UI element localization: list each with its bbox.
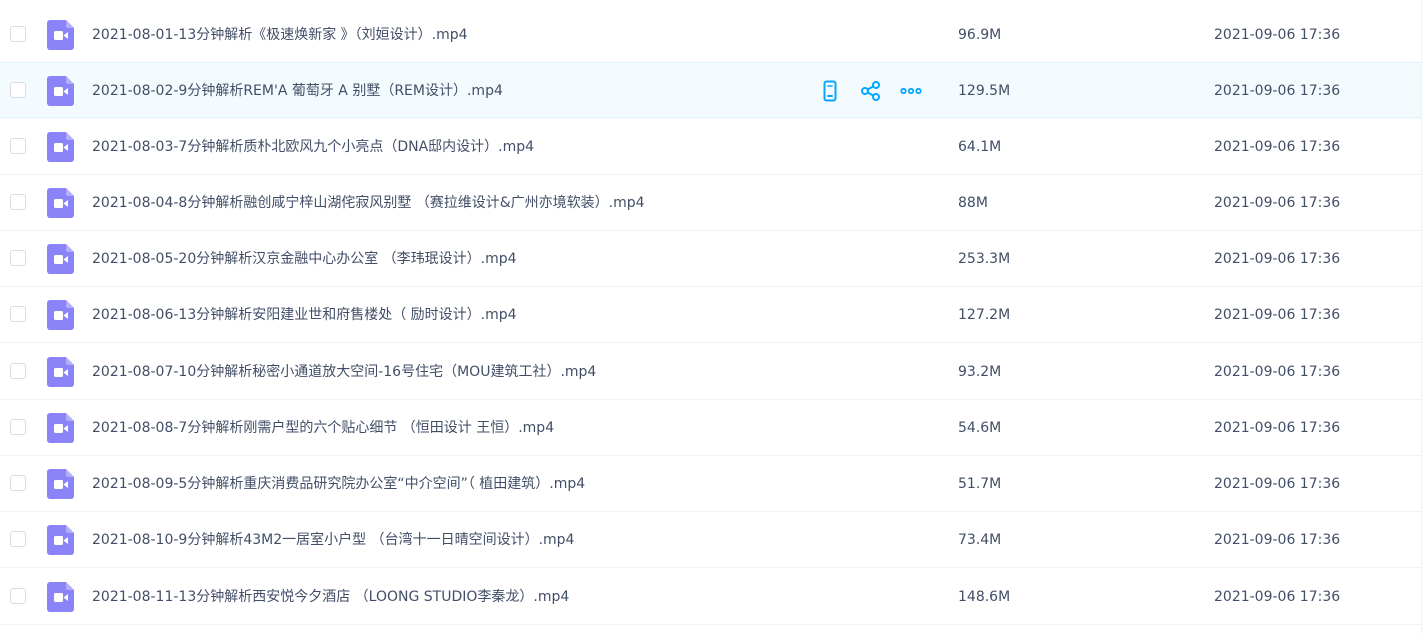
video-file-icon — [47, 357, 74, 387]
share-icon[interactable] — [859, 79, 883, 103]
file-row[interactable]: 2021-08-06-13分钟解析安阳建业世和府售楼处（ 励时设计）.mp4 1… — [0, 287, 1421, 343]
file-row[interactable]: 2021-08-09-5分钟解析重庆消费品研究院办公室“中介空间”（ 植田建筑）… — [0, 456, 1421, 512]
row-checkbox[interactable] — [10, 306, 26, 322]
video-file-icon — [47, 132, 74, 162]
video-file-icon — [47, 20, 74, 50]
row-checkbox[interactable] — [10, 475, 26, 491]
row-checkbox[interactable] — [10, 419, 26, 435]
file-row[interactable]: 2021-08-01-13分钟解析《极速焕新家 》（刘姮设计）.mp4 96.9… — [0, 7, 1421, 63]
video-file-icon — [47, 244, 74, 274]
phone-icon[interactable] — [818, 79, 842, 103]
file-size: 96.9M — [958, 27, 1002, 43]
file-date: 2021-09-06 17:36 — [1214, 364, 1341, 380]
row-checkbox[interactable] — [10, 138, 26, 154]
file-row[interactable]: 2021-08-02-9分钟解析REM'A 葡萄牙 A 别墅（REM设计）.mp… — [0, 62, 1421, 118]
file-date: 2021-09-06 17:36 — [1214, 251, 1341, 267]
more-icon[interactable] — [899, 79, 923, 103]
row-checkbox[interactable] — [10, 194, 26, 210]
file-date: 2021-09-06 17:36 — [1214, 420, 1341, 436]
file-size: 73.4M — [958, 532, 1002, 548]
file-size: 253.3M — [958, 251, 1011, 267]
file-name[interactable]: 2021-08-01-13分钟解析《极速焕新家 》（刘姮设计）.mp4 — [92, 25, 468, 45]
file-row[interactable]: 2021-08-08-7分钟解析刚需户型的六个贴心细节 （恒田设计 王恒）.mp… — [0, 400, 1421, 456]
file-row[interactable]: 2021-08-07-10分钟解析秘密小通道放大空间-16号住宅（MOU建筑工社… — [0, 344, 1421, 400]
file-name[interactable]: 2021-08-05-20分钟解析汉京金融中心办公室 （李玮珉设计）.mp4 — [92, 249, 517, 269]
file-row[interactable]: 2021-08-04-8分钟解析融创咸宁梓山湖侘寂风别墅 （赛拉维设计&广州亦境… — [0, 175, 1421, 231]
file-row[interactable]: 2021-08-11-13分钟解析西安悦今夕酒店 （LOONG STUDIO李秦… — [0, 569, 1421, 625]
row-checkbox[interactable] — [10, 250, 26, 266]
file-name[interactable]: 2021-08-10-9分钟解析43M2一居室小户型 （台湾十一日晴空间设计）.… — [92, 530, 574, 550]
file-date: 2021-09-06 17:36 — [1214, 589, 1341, 605]
row-checkbox[interactable] — [10, 363, 26, 379]
row-checkbox[interactable] — [10, 531, 26, 547]
file-name[interactable]: 2021-08-06-13分钟解析安阳建业世和府售楼处（ 励时设计）.mp4 — [92, 305, 517, 325]
file-date: 2021-09-06 17:36 — [1214, 532, 1341, 548]
file-name[interactable]: 2021-08-07-10分钟解析秘密小通道放大空间-16号住宅（MOU建筑工社… — [92, 362, 596, 382]
row-checkbox[interactable] — [10, 26, 26, 42]
file-name[interactable]: 2021-08-03-7分钟解析质朴北欧风九个小亮点（DNA邸内设计）.mp4 — [92, 137, 534, 157]
file-name[interactable]: 2021-08-09-5分钟解析重庆消费品研究院办公室“中介空间”（ 植田建筑）… — [92, 474, 585, 494]
file-date: 2021-09-06 17:36 — [1214, 27, 1341, 43]
video-file-icon — [47, 525, 74, 555]
file-size: 64.1M — [958, 139, 1002, 155]
file-size: 127.2M — [958, 307, 1011, 323]
file-name[interactable]: 2021-08-04-8分钟解析融创咸宁梓山湖侘寂风别墅 （赛拉维设计&广州亦境… — [92, 193, 645, 213]
file-row[interactable]: 2021-08-05-20分钟解析汉京金融中心办公室 （李玮珉设计）.mp4 2… — [0, 231, 1421, 287]
video-file-icon — [47, 469, 74, 499]
row-checkbox[interactable] — [10, 82, 26, 98]
file-size: 54.6M — [958, 420, 1002, 436]
file-date: 2021-09-06 17:36 — [1214, 195, 1341, 211]
video-file-icon — [47, 188, 74, 218]
file-row[interactable]: 2021-08-10-9分钟解析43M2一居室小户型 （台湾十一日晴空间设计）.… — [0, 512, 1421, 568]
file-row[interactable]: 2021-08-03-7分钟解析质朴北欧风九个小亮点（DNA邸内设计）.mp4 … — [0, 119, 1421, 175]
file-name[interactable]: 2021-08-11-13分钟解析西安悦今夕酒店 （LOONG STUDIO李秦… — [92, 587, 569, 607]
file-size: 148.6M — [958, 589, 1011, 605]
video-file-icon — [47, 300, 74, 330]
row-checkbox[interactable] — [10, 588, 26, 604]
file-date: 2021-09-06 17:36 — [1214, 476, 1341, 492]
file-date: 2021-09-06 17:36 — [1214, 307, 1341, 323]
file-size: 93.2M — [958, 364, 1002, 380]
file-name[interactable]: 2021-08-02-9分钟解析REM'A 葡萄牙 A 别墅（REM设计）.mp… — [92, 81, 503, 101]
video-file-icon — [47, 76, 74, 106]
file-date: 2021-09-06 17:36 — [1214, 83, 1341, 99]
file-size: 88M — [958, 195, 988, 211]
file-date: 2021-09-06 17:36 — [1214, 139, 1341, 155]
video-file-icon — [47, 413, 74, 443]
file-list: 2021-08-01-13分钟解析《极速焕新家 》（刘姮设计）.mp4 96.9… — [0, 0, 1422, 634]
file-size: 129.5M — [958, 83, 1011, 99]
file-name[interactable]: 2021-08-08-7分钟解析刚需户型的六个贴心细节 （恒田设计 王恒）.mp… — [92, 418, 554, 438]
video-file-icon — [47, 582, 74, 612]
file-size: 51.7M — [958, 476, 1002, 492]
